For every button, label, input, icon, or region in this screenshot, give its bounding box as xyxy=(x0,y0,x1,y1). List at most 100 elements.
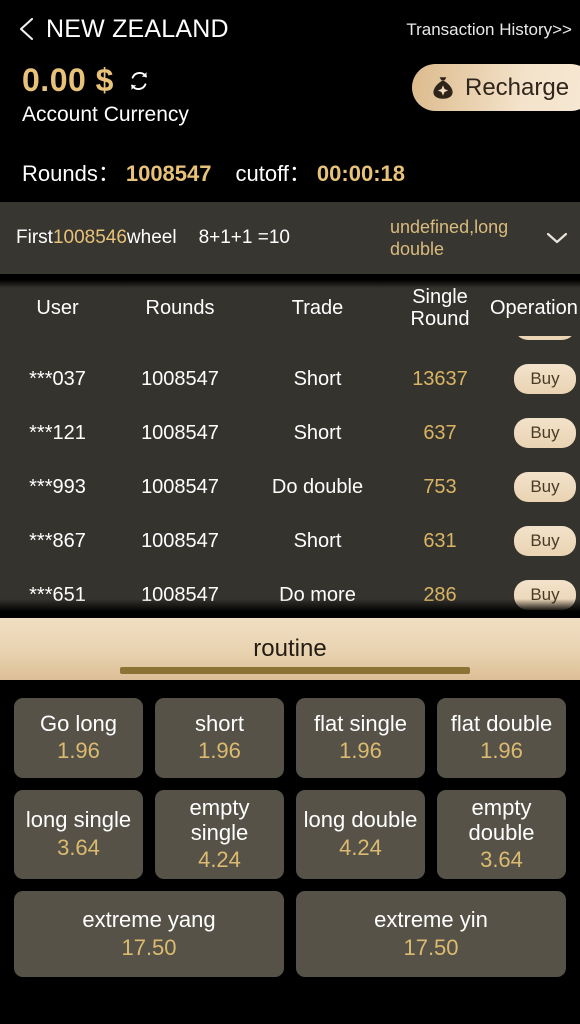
bet-options-row: Go long 1.96 short 1.96 flat single 1.96 flat … xyxy=(14,698,566,778)
bet-option-name: empty double xyxy=(468,795,535,845)
cell-rounds: 1008547 xyxy=(141,583,219,606)
buy-cell[interactable]: Buy xyxy=(490,418,580,448)
rounds-value: 1008547 xyxy=(125,161,212,186)
buy-button[interactable]: Buy xyxy=(514,418,576,448)
cell-user: ***037 xyxy=(29,367,86,390)
table-row[interactable]: ***993 1008547 Do double 753 Buy xyxy=(0,460,580,514)
cell-single: 637 xyxy=(423,421,457,444)
refresh-icon[interactable] xyxy=(126,68,152,94)
cell-user: ***651 xyxy=(29,583,86,606)
balance-amount: 0.00 $ xyxy=(22,62,114,98)
buy-cell[interactable]: Buy xyxy=(490,364,580,394)
bet-option-odds: 17.50 xyxy=(403,934,459,960)
bet-option-name: long single xyxy=(25,807,132,833)
cell-trade: Do more xyxy=(279,583,356,606)
buy-cell[interactable]: Buy xyxy=(490,472,580,502)
table-row[interactable]: ***037 1008547 Short 13637 Buy xyxy=(0,352,580,406)
bet-option-name: flat single xyxy=(314,710,407,736)
cell-trade: Do double xyxy=(271,475,364,498)
bet-option-odds: 3.64 xyxy=(57,834,100,860)
column-header-operation: Operation xyxy=(490,296,578,319)
bet-option-name: Go long xyxy=(39,710,118,736)
money-bag-icon xyxy=(430,75,456,101)
bet-option-extreme-yang[interactable]: extreme yang 17.50 xyxy=(14,891,284,978)
buy-cell[interactable]: Buy xyxy=(490,580,580,610)
last-result-bar[interactable]: First 1008546 wheel 8+1+1 =10 undefined,lo… xyxy=(0,202,580,274)
round-status-row: Rounds： 1008547 cutoff： 00:00:18 xyxy=(0,150,580,196)
cell-user: ***867 xyxy=(29,529,86,552)
bet-options-row: long single 3.64 empty single 4.24 long doub… xyxy=(14,790,566,880)
table-header-row: User Rounds Trade Single Round Operation xyxy=(0,280,580,336)
cell-user: ***993 xyxy=(29,475,86,498)
bet-option-short[interactable]: short 1.96 xyxy=(155,698,284,778)
tab-routine[interactable]: routine xyxy=(253,635,326,663)
bet-option-extreme-yin[interactable]: extreme yin 17.50 xyxy=(296,891,566,978)
cell-rounds: 1008547 xyxy=(141,421,219,444)
bet-option-odds: 4.24 xyxy=(339,834,382,860)
cell-single: 631 xyxy=(423,529,457,552)
last-result-dice-sum: 8+1+1 =10 xyxy=(198,227,290,248)
last-result-prefix: First xyxy=(16,227,53,248)
buy-button[interactable]: Buy xyxy=(514,526,576,556)
chevron-down-icon[interactable] xyxy=(544,225,570,251)
cutoff-timer-value: 00:00:18 xyxy=(316,161,405,186)
bet-option-name: empty single xyxy=(189,795,250,845)
cell-rounds: 1008547 xyxy=(141,367,219,390)
bet-option-name: extreme yin xyxy=(374,906,488,932)
column-header-user: User xyxy=(36,296,79,319)
table-row[interactable]: ***121 1008547 Short 637 Buy xyxy=(0,406,580,460)
cell-trade: Short xyxy=(293,367,342,390)
cell-trade: Short xyxy=(293,421,342,444)
bet-option-flat-double[interactable]: flat double 1.96 xyxy=(437,698,566,778)
buy-button[interactable]: Buy xyxy=(514,472,576,502)
bet-options-row: extreme yang 17.50 extreme yin 17.50 xyxy=(14,891,566,978)
bet-category-tabstrip[interactable]: routine xyxy=(0,618,580,680)
bet-option-odds: 1.96 xyxy=(198,738,241,764)
top-navigation-bar: NEW ZEALAND Transaction History>> xyxy=(0,0,580,58)
chevron-left-icon[interactable] xyxy=(14,16,40,42)
last-result-round: First 1008546 wheel 8+1+1 =10 xyxy=(16,227,290,249)
last-result-outcome: undefined,long double xyxy=(390,216,509,260)
transaction-history-link[interactable]: Transaction History>> xyxy=(406,20,572,40)
bet-option-empty-double[interactable]: empty double 3.64 xyxy=(437,790,566,880)
table-row[interactable]: ***867 1008547 Short 631 Buy xyxy=(0,514,580,568)
column-header-trade: Trade xyxy=(291,296,344,319)
column-header-rounds: Rounds xyxy=(145,296,215,319)
bet-option-flat-single[interactable]: flat single 1.96 xyxy=(296,698,425,778)
buy-cell[interactable]: Buy xyxy=(490,526,580,556)
table-row[interactable]: ***651 1008547 Do more 286 Buy xyxy=(0,568,580,613)
page-title: NEW ZEALAND xyxy=(46,14,229,43)
recharge-button-label: Recharge xyxy=(465,73,570,101)
buy-button[interactable]: Buy xyxy=(514,364,576,394)
bet-option-odds: 4.24 xyxy=(198,847,241,873)
cell-single: 753 xyxy=(423,475,457,498)
app-screen: NEW ZEALAND Transaction History>> 0.00 $… xyxy=(0,0,580,1024)
last-result-round-number: 1008546 xyxy=(52,227,127,248)
tab-active-indicator xyxy=(120,667,470,674)
bet-option-name: short xyxy=(195,710,244,736)
cell-single: 286 xyxy=(423,583,457,606)
last-result-suffix: wheel xyxy=(126,227,177,248)
cell-user: ***121 xyxy=(29,421,86,444)
cell-rounds: 1008547 xyxy=(141,529,219,552)
bet-options-grid: Go long 1.96 short 1.96 flat single 1.96 flat … xyxy=(0,680,580,978)
cell-rounds: 1008547 xyxy=(141,475,219,498)
bet-option-odds: 3.64 xyxy=(480,847,523,873)
recharge-button[interactable]: Recharge xyxy=(412,64,580,111)
bet-option-empty-single[interactable]: empty single 4.24 xyxy=(155,790,284,880)
bet-option-odds: 1.96 xyxy=(339,738,382,764)
buy-button[interactable]: Buy xyxy=(514,580,576,610)
bet-option-long-double[interactable]: long double 4.24 xyxy=(296,790,425,880)
bet-option-go-long[interactable]: Go long 1.96 xyxy=(14,698,143,778)
bet-option-name: flat double xyxy=(450,710,553,736)
bet-option-odds: 17.50 xyxy=(121,934,177,960)
cell-single: 13637 xyxy=(412,367,468,390)
bet-option-name: extreme yang xyxy=(82,906,216,932)
rounds-label: Rounds： xyxy=(22,161,120,186)
bet-option-name: long double xyxy=(303,807,418,833)
balance-section: 0.00 $ Account Currency Recharge xyxy=(0,58,580,150)
last-result-outcome-group: undefined,long double xyxy=(390,216,570,261)
column-header-single-round: Single Round xyxy=(410,285,470,330)
bet-option-long-single[interactable]: long single 3.64 xyxy=(14,790,143,880)
live-bets-table[interactable]: ***4451008547Short425Buy***0371008547Sho… xyxy=(0,280,580,613)
